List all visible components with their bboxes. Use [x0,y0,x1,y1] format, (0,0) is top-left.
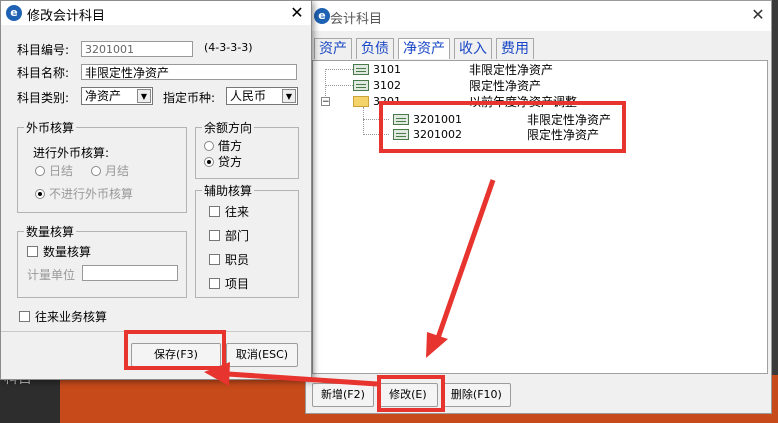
arrow-line [227,371,378,387]
arrow-line [435,179,496,339]
arrow-head [426,332,448,358]
arrow-head [204,362,230,386]
annotation-arrows [204,179,496,387]
